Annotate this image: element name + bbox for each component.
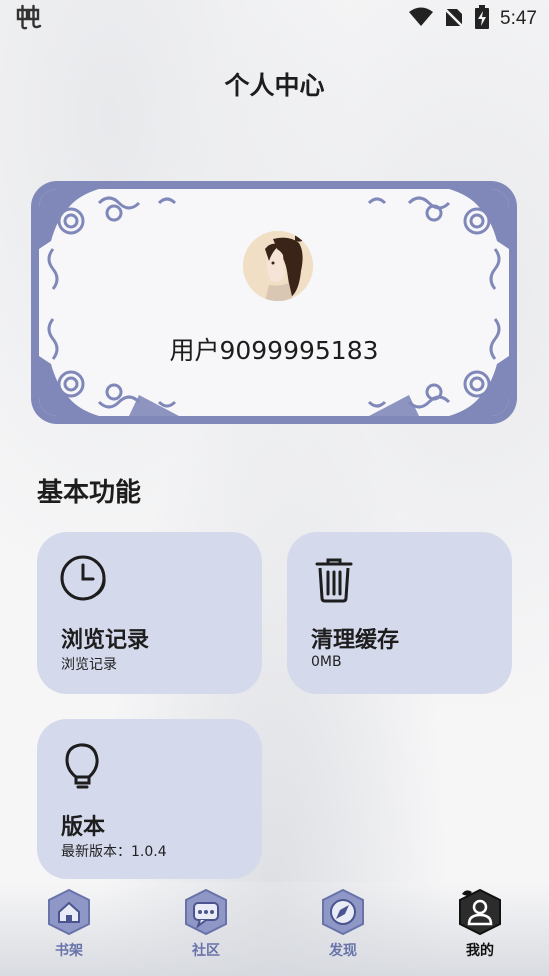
nav-item-mine[interactable]: 我的 xyxy=(440,888,520,960)
avatar[interactable] xyxy=(243,231,313,301)
nav-item-bookshelf[interactable]: 书架 xyxy=(29,888,109,960)
wifi-icon xyxy=(408,7,434,31)
chat-icon xyxy=(182,888,230,936)
clock-icon xyxy=(59,554,109,604)
section-title-basic-functions: 基本功能 xyxy=(37,478,142,508)
nav-label-discover: 发现 xyxy=(329,943,357,959)
compass-icon xyxy=(319,888,367,936)
trash-icon xyxy=(309,554,359,604)
profile-card-inner: 用户9099995183 xyxy=(39,189,509,416)
nav-label-community: 社区 xyxy=(192,943,220,959)
username: 用户9099995183 xyxy=(169,336,379,365)
history-tile-title: 浏览记录 xyxy=(61,628,150,653)
nav-label-bookshelf: 书架 xyxy=(55,943,83,959)
cache-size: 0MB xyxy=(311,654,342,670)
version-tile[interactable]: 版本 最新版本：1.0.4 xyxy=(37,719,262,879)
no-sim-icon xyxy=(443,6,465,32)
history-tile-subtitle: 浏览记录 xyxy=(61,657,117,673)
nav-label-mine: 我的 xyxy=(466,943,494,959)
version-tile-title: 版本 xyxy=(61,815,106,840)
status-bar: 5:47 xyxy=(0,0,549,38)
clear-cache-tile[interactable]: 清理缓存 0MB xyxy=(287,532,512,694)
lightbulb-icon xyxy=(59,741,109,791)
chong-glyph-icon xyxy=(14,4,42,34)
home-icon xyxy=(45,888,93,936)
battery-charging-icon xyxy=(474,5,490,33)
bottom-nav: 书架 社区 发现 我的 xyxy=(0,882,549,976)
page-title: 个人中心 xyxy=(224,71,325,100)
nav-item-community[interactable]: 社区 xyxy=(166,888,246,960)
profile-card[interactable]: 用户9099995183 xyxy=(31,181,517,424)
decorative-cloud-frame xyxy=(39,189,509,416)
history-tile[interactable]: 浏览记录 浏览记录 xyxy=(37,532,262,694)
clock: 5:47 xyxy=(500,8,537,29)
clear-cache-tile-title: 清理缓存 xyxy=(311,628,400,653)
nav-item-discover[interactable]: 发现 xyxy=(303,888,383,960)
user-icon xyxy=(456,888,504,936)
version-number: 最新版本：1.0.4 xyxy=(61,844,167,860)
